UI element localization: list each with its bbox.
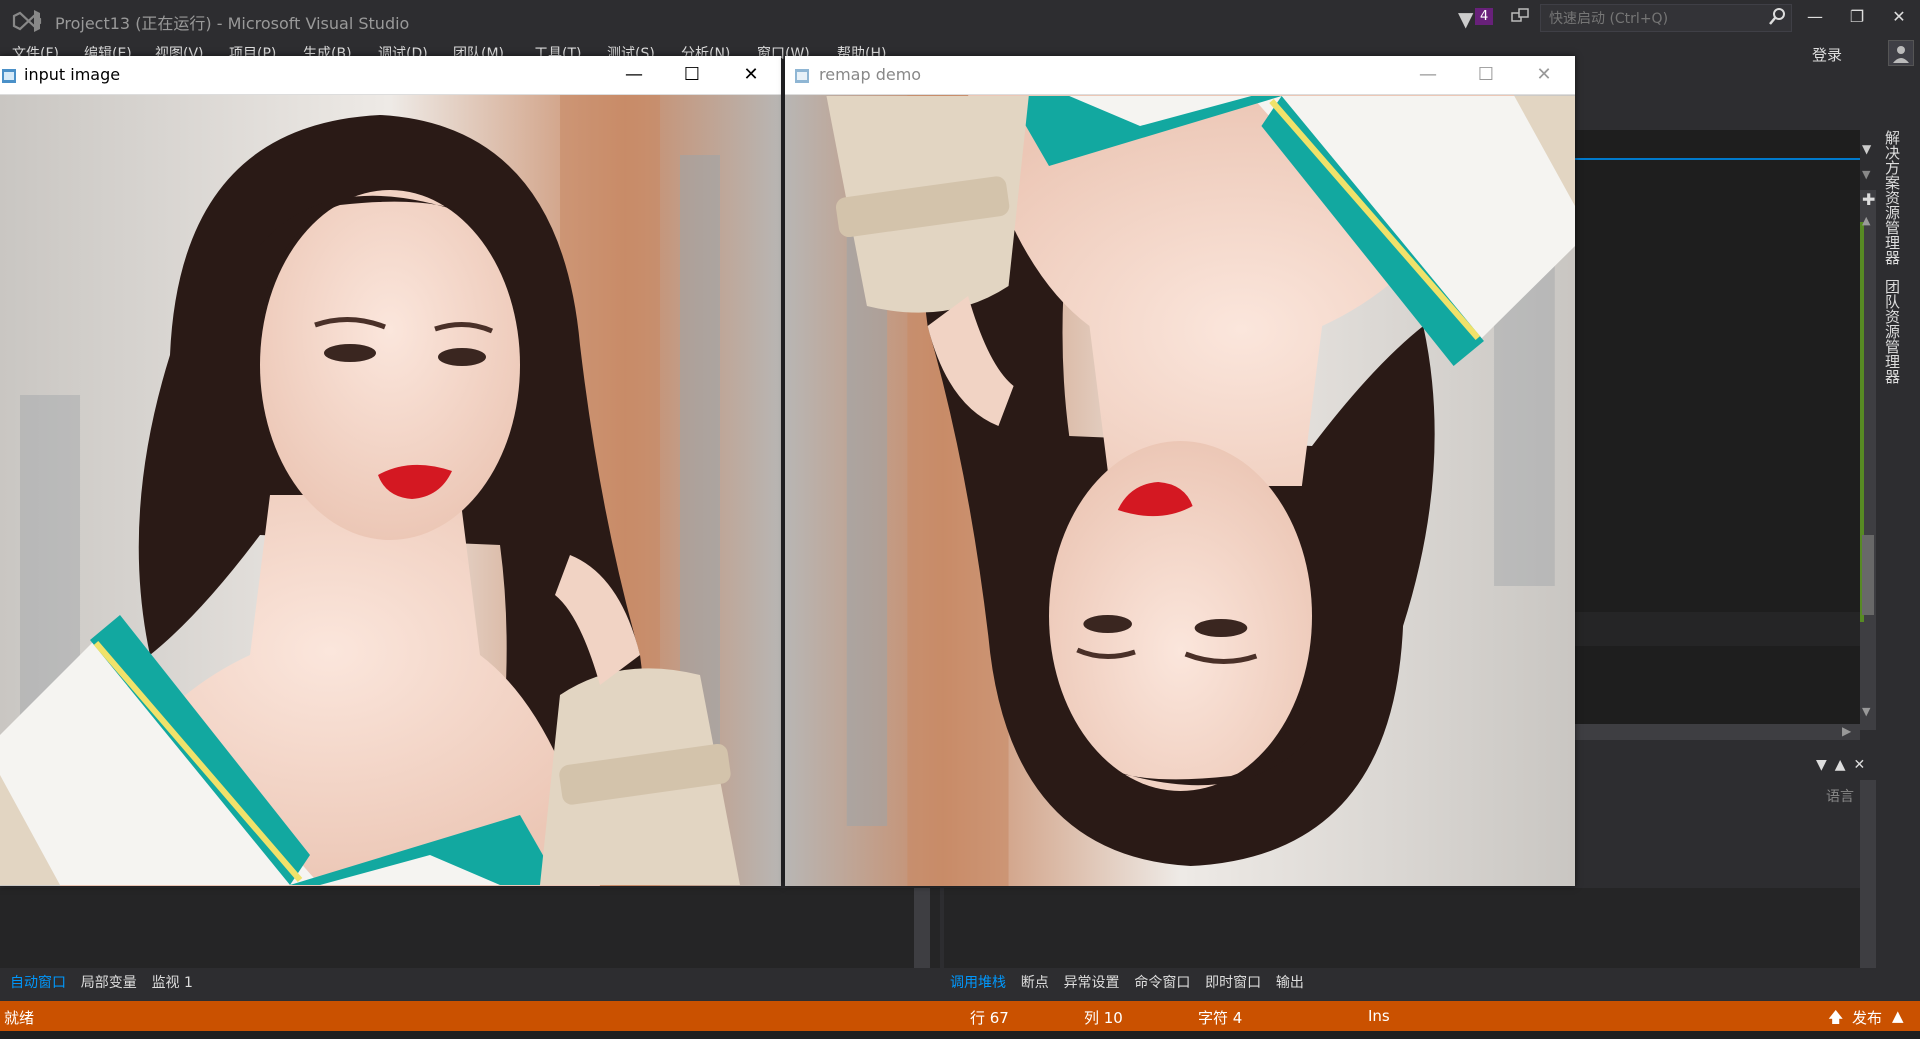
tab-output[interactable]: 输出 bbox=[1276, 972, 1304, 992]
remap-demo-window[interactable]: remap demo — ☐ ✕ bbox=[785, 56, 1575, 886]
status-character: 字符 4 bbox=[1198, 1009, 1243, 1027]
restore-button[interactable]: ❐ bbox=[1840, 4, 1874, 30]
chevron-down-icon[interactable]: ▼ bbox=[1862, 142, 1871, 156]
tab-team-explorer[interactable]: 团队资源管理器 bbox=[1882, 279, 1903, 384]
remap-maximize-button[interactable]: ☐ bbox=[1469, 60, 1503, 90]
input-maximize-button[interactable]: ☐ bbox=[675, 60, 709, 90]
menu-bar: 文件(F) 编辑(E) 视图(V) 项目(P) 生成(B) 调试(D) 团队(M… bbox=[0, 40, 1000, 62]
taskbar-strip bbox=[0, 1031, 1920, 1039]
scroll-up-icon[interactable]: ▲ bbox=[1862, 214, 1870, 227]
status-ready: 就绪 bbox=[4, 1009, 35, 1027]
tab-immediate-window[interactable]: 即时窗口 bbox=[1205, 972, 1261, 992]
status-column: 列 10 bbox=[1084, 1009, 1123, 1027]
tab-autos[interactable]: 自动窗口 bbox=[10, 972, 66, 992]
remap-demo-canvas bbox=[785, 95, 1575, 886]
input-image-titlebar[interactable]: input image — ☐ ✕ bbox=[0, 56, 781, 95]
autos-scrollbar[interactable] bbox=[914, 888, 930, 968]
input-close-button[interactable]: ✕ bbox=[734, 60, 768, 90]
panel-window-controls[interactable]: ▼▲✕ bbox=[1816, 757, 1873, 773]
bottom-tabs-left: 自动窗口 局部变量 监视 1 bbox=[10, 972, 203, 992]
tab-call-stack[interactable]: 调用堆栈 bbox=[950, 972, 1006, 992]
autos-panel bbox=[0, 888, 940, 968]
user-avatar-icon[interactable] bbox=[1888, 40, 1914, 66]
status-bar: 就绪 行 67 列 10 字符 4 Ins 🡅 发布 ▲ bbox=[0, 1001, 1920, 1031]
callstack-panel bbox=[944, 888, 1864, 968]
remap-demo-titlebar[interactable]: remap demo — ☐ ✕ bbox=[785, 56, 1575, 95]
input-image-title: input image bbox=[24, 65, 121, 84]
vs-title-bar: Project13 (正在运行) - Microsoft Visual Stud… bbox=[0, 0, 1920, 40]
tab-exception-settings[interactable]: 异常设置 bbox=[1064, 972, 1120, 992]
status-line: 行 67 bbox=[970, 1009, 1009, 1027]
bottom-tabs-right: 调用堆栈 断点 异常设置 命令窗口 即时窗口 输出 bbox=[950, 972, 1314, 992]
side-tab-strip: 解决方案资源管理器 团队资源管理器 bbox=[1882, 130, 1918, 410]
flipped-portrait-photo bbox=[785, 95, 1575, 886]
notification-count-badge[interactable]: 4 bbox=[1475, 8, 1494, 25]
input-minimize-button[interactable]: — bbox=[617, 60, 651, 90]
tab-breakpoints[interactable]: 断点 bbox=[1021, 972, 1049, 992]
status-publish[interactable]: 发布 bbox=[1852, 1007, 1882, 1028]
remap-close-button[interactable]: ✕ bbox=[1527, 60, 1561, 90]
editor-current-line bbox=[1574, 612, 1860, 646]
panel-accent-line bbox=[1574, 158, 1860, 160]
editor-horizontal-scrollbar[interactable] bbox=[1574, 724, 1860, 740]
status-insert-mode: Ins bbox=[1368, 1007, 1390, 1025]
person-icon bbox=[1893, 46, 1909, 63]
notification-filter-icon[interactable]: ▼ bbox=[1458, 7, 1473, 31]
scroll-down-icon[interactable]: ▼ bbox=[1862, 705, 1870, 718]
publish-up-icon[interactable]: 🡅 bbox=[1828, 1007, 1843, 1032]
search-icon[interactable] bbox=[1767, 7, 1787, 27]
chevron-down-icon[interactable]: ▼ bbox=[1862, 168, 1870, 181]
quick-launch-box[interactable] bbox=[1540, 4, 1792, 32]
column-header-language: 语言 bbox=[1826, 789, 1854, 805]
sign-in-link[interactable]: 登录 bbox=[1812, 44, 1842, 65]
tab-locals[interactable]: 局部变量 bbox=[81, 972, 137, 992]
scroll-right-icon[interactable]: ▶ bbox=[1842, 724, 1851, 738]
image-window-icon bbox=[2, 69, 16, 83]
tab-command-window[interactable]: 命令窗口 bbox=[1134, 972, 1190, 992]
portrait-photo bbox=[0, 95, 781, 886]
tab-solution-explorer[interactable]: 解决方案资源管理器 bbox=[1882, 130, 1903, 265]
window-title: Project13 (正在运行) - Microsoft Visual Stud… bbox=[55, 14, 410, 33]
split-plus-icon[interactable]: ✚ bbox=[1862, 190, 1875, 209]
tab-watch-1[interactable]: 监视 1 bbox=[152, 972, 193, 992]
remap-minimize-button[interactable]: — bbox=[1411, 60, 1445, 90]
scrollbar-thumb[interactable] bbox=[1862, 535, 1874, 615]
input-image-window[interactable]: input image — ☐ ✕ bbox=[0, 56, 781, 886]
visual-studio-logo-icon bbox=[12, 10, 42, 32]
feedback-icon[interactable] bbox=[1510, 7, 1530, 27]
minimize-button[interactable]: — bbox=[1798, 4, 1832, 30]
remap-demo-title: remap demo bbox=[819, 65, 922, 84]
quick-launch-input[interactable] bbox=[1547, 8, 1756, 30]
image-window-icon bbox=[795, 69, 809, 83]
input-image-canvas bbox=[0, 95, 781, 886]
callstack-scrollbar[interactable] bbox=[1860, 780, 1876, 968]
publish-chevron-up-icon[interactable]: ▲ bbox=[1892, 1007, 1904, 1025]
close-button[interactable]: ✕ bbox=[1882, 4, 1916, 30]
